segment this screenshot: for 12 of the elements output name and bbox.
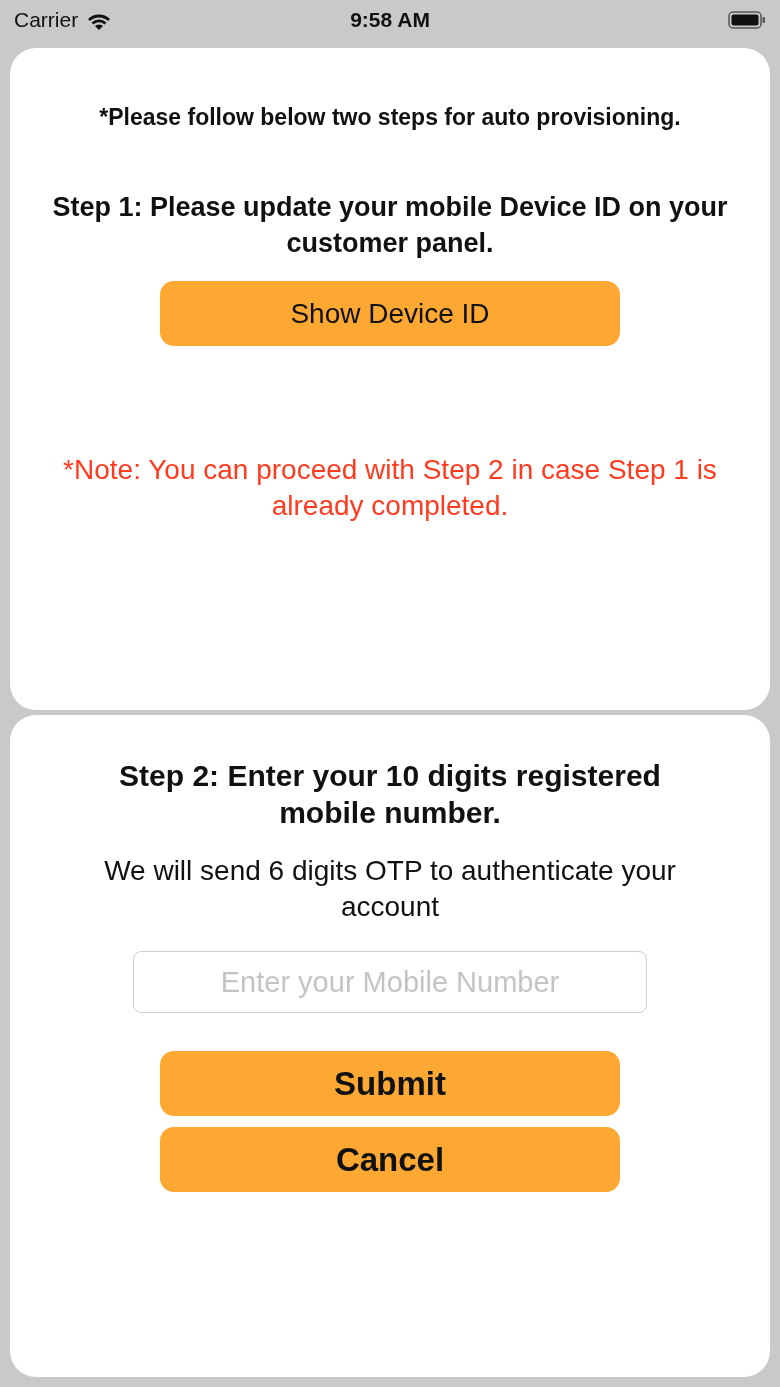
submit-button[interactable]: Submit [160, 1051, 620, 1116]
mobile-number-field[interactable]: Enter your Mobile Number [133, 951, 647, 1013]
clock-time: 9:58 AM [350, 8, 430, 32]
step-one-heading: Step 1: Please update your mobile Device ID on your customer panel. [51, 191, 729, 260]
battery-icon [728, 11, 766, 29]
intro-text: *Please follow below two steps for auto provisioning. [99, 104, 681, 131]
carrier-name: Carrier [14, 8, 79, 32]
show-device-id-button[interactable]: Show Device ID [160, 281, 620, 346]
cancel-button[interactable]: Cancel [160, 1127, 620, 1192]
note-text: *Note: You can proceed with Step 2 in case Step 1 is already completed. [62, 453, 718, 523]
step-two-heading: Step 2: Enter your 10 digits registered mobile number. [118, 758, 662, 831]
otp-description: We will send 6 digits OTP to authenticate your account [103, 854, 677, 924]
